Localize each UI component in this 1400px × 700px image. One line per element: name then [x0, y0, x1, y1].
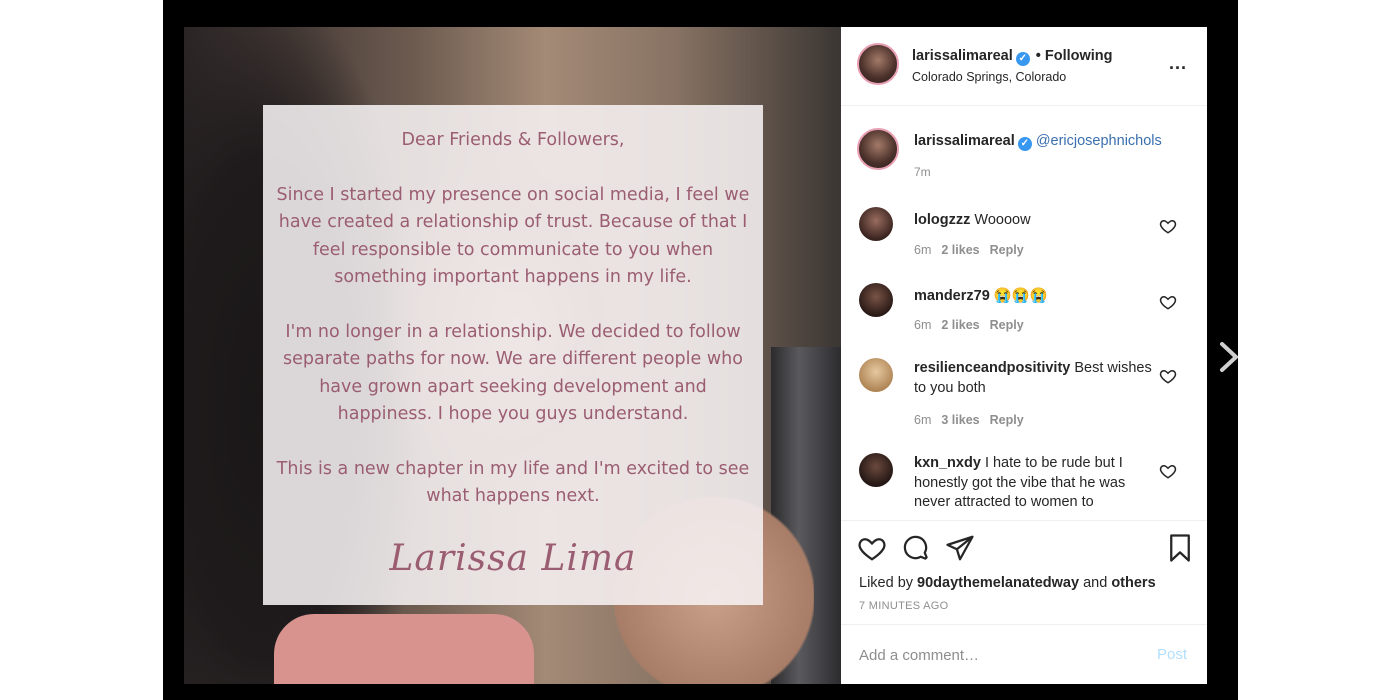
comment-time[interactable]: 6m — [914, 413, 931, 427]
comment-text: Woooow — [974, 212, 1031, 228]
avatar[interactable] — [857, 128, 899, 170]
comment-username[interactable]: kxn_nxdy — [914, 455, 981, 471]
note-paragraph-3: This is a new chapter in my life and I'm… — [276, 458, 750, 507]
avatar[interactable] — [857, 43, 899, 85]
more-options-icon[interactable]: ... — [1169, 53, 1187, 74]
comment-likes[interactable]: 2 likes — [941, 318, 979, 332]
liked-by-others-link[interactable]: others — [1111, 575, 1155, 591]
comment-body: manderz79 😭😭😭 — [914, 287, 1154, 307]
comment-meta: 6m 2 likes Reply — [914, 318, 1034, 332]
background-shirt — [274, 614, 534, 684]
chevron-right-icon[interactable] — [1216, 338, 1242, 376]
avatar[interactable] — [859, 207, 893, 241]
separator-dot: • — [1035, 48, 1041, 64]
location-link[interactable]: Colorado Springs, Colorado — [912, 70, 1066, 84]
note-paragraph-2: I'm no longer in a relationship. We deci… — [283, 321, 743, 425]
heart-icon[interactable] — [857, 533, 887, 563]
reply-button[interactable]: Reply — [990, 243, 1024, 257]
comment-username[interactable]: lologzzz — [914, 212, 970, 228]
comment-username[interactable]: resilienceandpositivity — [914, 360, 1070, 376]
post-side-panel: larissalimareal ✓ • Following Colorado Spri… — [841, 27, 1207, 684]
avatar[interactable] — [859, 358, 893, 392]
post-header: larissalimareal ✓ • Following Colorado Spri… — [841, 27, 1207, 106]
comment-username[interactable]: manderz79 — [914, 288, 990, 304]
reply-button[interactable]: Reply — [990, 413, 1024, 427]
note-signature: Larissa Lima — [389, 537, 637, 579]
comment-body: kxn_nxdy I hate to be rude but I honestl… — [914, 454, 1154, 513]
heart-icon[interactable] — [1159, 462, 1177, 480]
comment-likes[interactable]: 3 likes — [941, 413, 979, 427]
bookmark-icon[interactable] — [1165, 533, 1195, 563]
comment-icon[interactable] — [901, 533, 931, 563]
caption-username[interactable]: larissalimareal — [914, 133, 1015, 149]
header-user-line: larissalimareal ✓ • Following — [912, 48, 1113, 66]
note-paragraph-1: Since I started my presence on social me… — [276, 184, 750, 288]
comment-meta: 6m 3 likes Reply — [914, 413, 1034, 427]
comment-text: 😭😭😭 — [993, 288, 1048, 304]
comment-time[interactable]: 6m — [914, 318, 931, 332]
heart-icon[interactable] — [1159, 293, 1177, 311]
liked-by-and: and — [1083, 575, 1108, 591]
announcement-note: Dear Friends & Followers, Since I starte… — [263, 105, 763, 605]
following-button[interactable]: Following — [1045, 48, 1113, 64]
comments-list[interactable]: larissalimareal ✓ @ericjosephnichols 7m l… — [841, 107, 1207, 520]
reply-button[interactable]: Reply — [990, 318, 1024, 332]
avatar[interactable] — [859, 453, 893, 487]
liked-by-line: Liked by 90daythemelanatedway and others — [859, 575, 1156, 591]
post-button[interactable]: Post — [1157, 646, 1187, 663]
caption-mention-link[interactable]: @ericjosephnichols — [1036, 133, 1162, 149]
comment-likes[interactable]: 2 likes — [941, 243, 979, 257]
comment-body: resilienceandpositivity Best wishes to y… — [914, 359, 1154, 398]
comment-time[interactable]: 6m — [914, 243, 931, 257]
caption: larissalimareal ✓ @ericjosephnichols 7m — [841, 107, 1207, 187]
caption-line: larissalimareal ✓ @ericjosephnichols — [914, 133, 1162, 151]
verified-badge-icon: ✓ — [1015, 52, 1030, 66]
caption-timestamp[interactable]: 7m — [914, 165, 931, 179]
note-greeting: Dear Friends & Followers, — [401, 130, 625, 150]
heart-icon[interactable] — [1159, 217, 1177, 235]
post-actions: Liked by 90daythemelanatedway and others… — [841, 520, 1207, 684]
header-username[interactable]: larissalimareal — [912, 48, 1013, 64]
liked-by-user-link[interactable]: 90daythemelanatedway — [917, 575, 1079, 591]
liked-by-prefix: Liked by — [859, 575, 914, 591]
post-timestamp[interactable]: 7 MINUTES AGO — [859, 600, 948, 612]
comment-body: lologzzz Woooow — [914, 211, 1154, 231]
comment-input[interactable] — [859, 644, 1139, 666]
comment-meta: 6m 2 likes Reply — [914, 243, 1034, 257]
heart-icon[interactable] — [1159, 367, 1177, 385]
verified-badge-icon: ✓ — [1017, 137, 1032, 151]
share-icon[interactable] — [945, 533, 975, 563]
avatar[interactable] — [859, 283, 893, 317]
add-comment-bar: Post — [841, 624, 1207, 685]
